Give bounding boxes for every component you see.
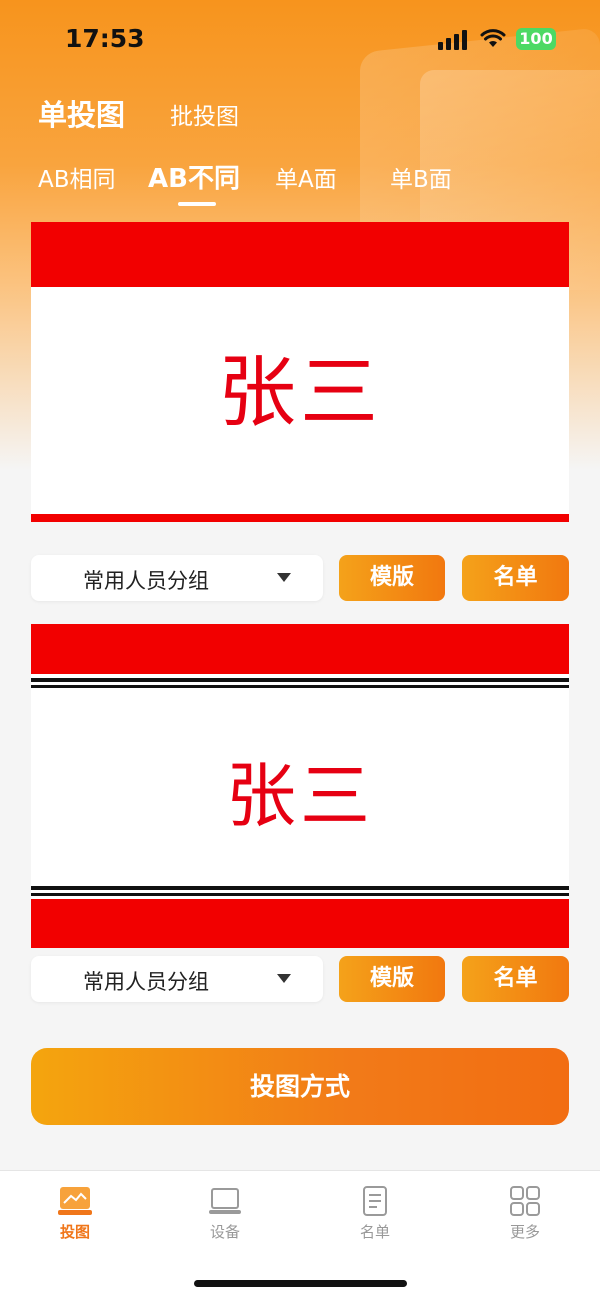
group-select-label: 常用人员分组 <box>83 970 209 994</box>
dropdown-caret-icon <box>277 974 291 983</box>
card-name: 张三 <box>226 755 374 837</box>
card-bottom-black-line-2 <box>31 893 569 896</box>
grid-icon <box>507 1185 543 1217</box>
nav-item-device[interactable]: 设备 <box>185 1185 265 1242</box>
nav-label: 名单 <box>359 1223 390 1241</box>
preview-card-b[interactable]: 张三 <box>31 624 569 948</box>
card-a-bottom-stripe <box>31 514 569 522</box>
subtab-single-b[interactable]: 单B面 <box>390 160 452 194</box>
projection-icon <box>57 1185 93 1217</box>
template-button[interactable]: 模版 <box>339 956 445 1002</box>
name-list-button[interactable]: 名单 <box>462 956 569 1002</box>
tab-batch-projection[interactable]: 批投图 <box>170 97 239 131</box>
group-select[interactable]: 常用人员分组 <box>31 555 323 601</box>
tab-single-projection[interactable]: 单投图 <box>38 92 125 134</box>
nav-label: 投图 <box>59 1223 90 1241</box>
subtab-single-a[interactable]: 单A面 <box>275 160 337 194</box>
dropdown-caret-icon <box>277 573 291 582</box>
subtab-active-indicator <box>178 202 216 206</box>
nav-item-name-list[interactable]: 名单 <box>335 1185 415 1242</box>
status-bar: 17:53 100 <box>0 0 600 80</box>
preview-card-a[interactable]: 张三 <box>31 222 569 520</box>
laptop-icon <box>207 1185 243 1217</box>
wifi-icon <box>480 29 506 47</box>
battery-indicator: 100 <box>516 28 556 50</box>
template-button[interactable]: 模版 <box>339 555 445 601</box>
card-top-black-line-2 <box>31 685 569 688</box>
nav-label: 设备 <box>209 1223 240 1241</box>
card-top-band <box>31 624 569 674</box>
cellular-signal-icon <box>438 30 468 50</box>
subtab-ab-same[interactable]: AB相同 <box>38 160 116 194</box>
status-time: 17:53 <box>65 24 145 53</box>
document-icon <box>357 1185 393 1217</box>
name-list-button[interactable]: 名单 <box>462 555 569 601</box>
home-indicator <box>194 1280 407 1287</box>
nav-item-more[interactable]: 更多 <box>485 1185 565 1242</box>
nav-item-projection[interactable]: 投图 <box>35 1185 115 1242</box>
card-bottom-band <box>31 899 569 948</box>
nav-label: 更多 <box>509 1223 540 1241</box>
group-select[interactable]: 常用人员分组 <box>31 956 323 1002</box>
card-top-black-line <box>31 678 569 682</box>
card-bottom-black-line <box>31 886 569 890</box>
group-select-label: 常用人员分组 <box>83 569 209 593</box>
card-top-band <box>31 222 569 287</box>
projection-mode-button[interactable]: 投图方式 <box>31 1048 569 1125</box>
card-name: 张三 <box>217 348 382 438</box>
subtab-ab-different[interactable]: AB不同 <box>148 158 240 195</box>
